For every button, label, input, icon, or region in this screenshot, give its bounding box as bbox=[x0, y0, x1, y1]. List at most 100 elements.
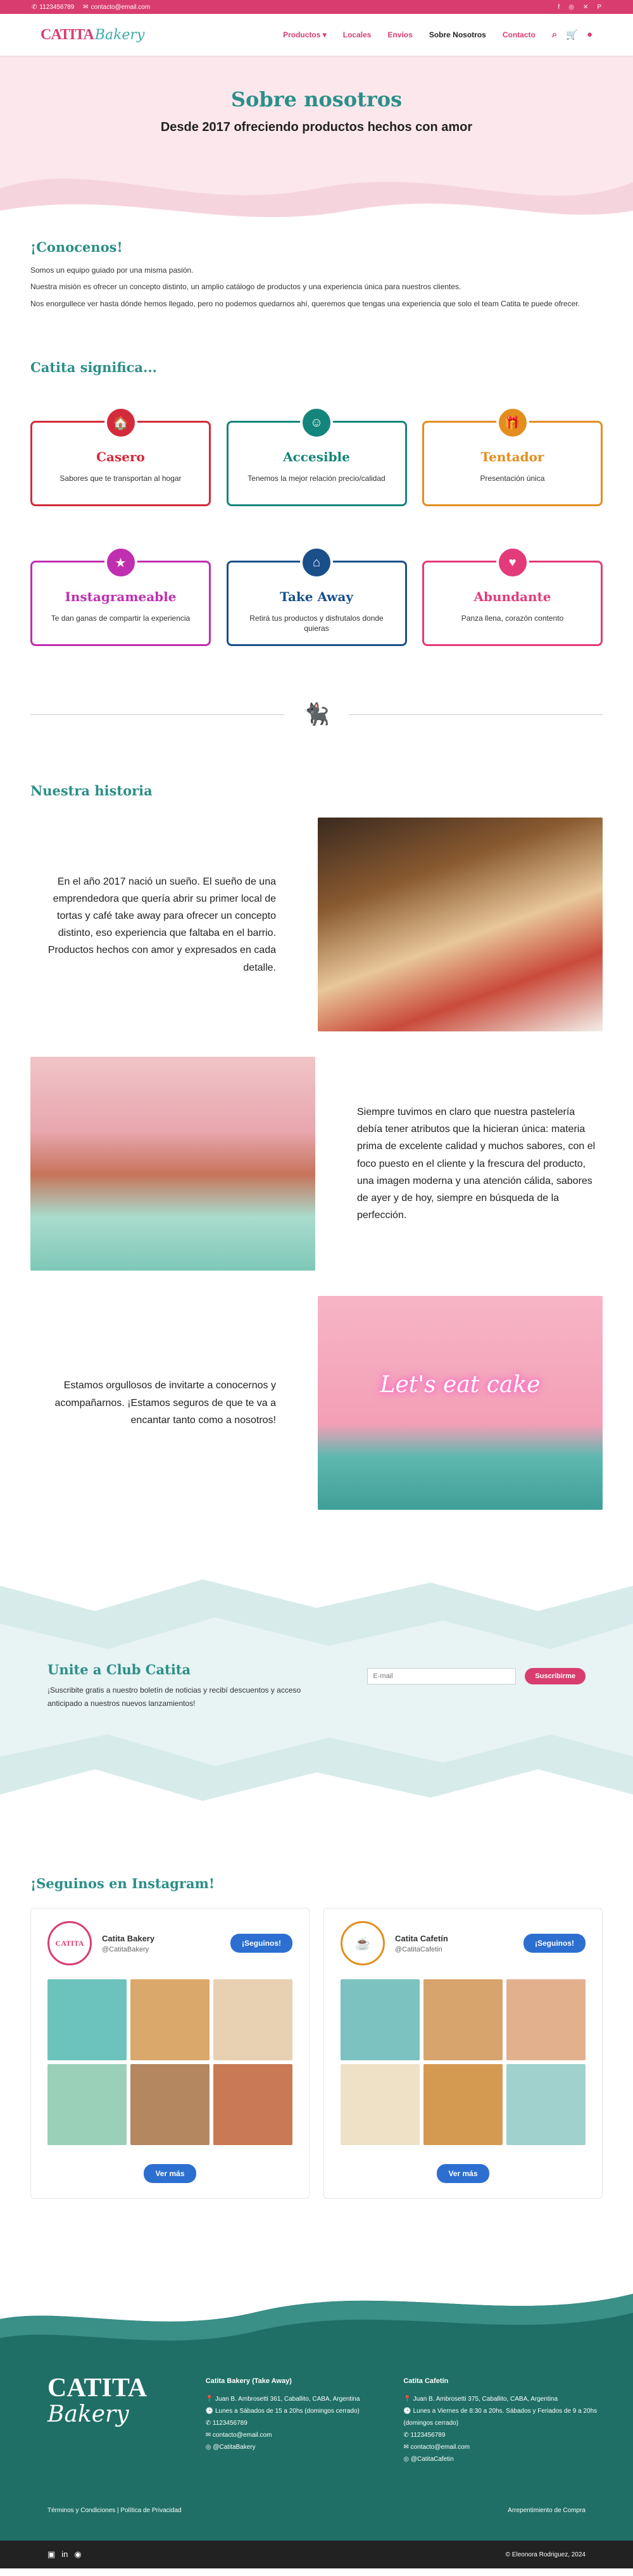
phone-contact[interactable]: ✆ 1123456789 bbox=[32, 4, 74, 11]
card-title: Casero bbox=[96, 449, 145, 465]
nav-item-sobre-nosotros[interactable]: Sobre Nosotros bbox=[429, 30, 486, 39]
club-title: Unite a Club Catita bbox=[47, 1662, 191, 1678]
instagram-icon[interactable]: ◎ bbox=[568, 4, 574, 11]
know-us-p3: Nos enorgullece ver hasta dónde hemos ll… bbox=[30, 299, 580, 308]
address-line: 📍 Juan B. Ambrosetti 375, Caballito, CAB… bbox=[403, 2396, 558, 2403]
instagram-photo[interactable] bbox=[213, 1979, 292, 2061]
instagram-title: ¡Seguinos en Instagram! bbox=[30, 1876, 215, 1892]
nav-item-envios[interactable]: Envíos bbox=[387, 30, 412, 39]
card-icon: ★ bbox=[104, 546, 137, 580]
story-text-1: En el año 2017 nació un sueño. El sueño … bbox=[47, 876, 276, 973]
story-text-3: Estamos orgullosos de invitarte a conoce… bbox=[54, 1380, 276, 1426]
avatar: CATITA bbox=[47, 1921, 92, 1966]
phone-line[interactable]: ✆ 1123456789 bbox=[403, 2429, 601, 2441]
photo-grid bbox=[47, 1979, 292, 2146]
photo-grid bbox=[341, 1979, 586, 2146]
cart-icon[interactable]: 🛒 bbox=[566, 29, 578, 40]
card-text: Sabores que te transportan al hogar bbox=[60, 474, 182, 483]
portfolio-icon[interactable]: ▣ bbox=[47, 2549, 55, 2560]
card-text: Retirá tus productos y disfrutalos donde… bbox=[249, 614, 384, 633]
instagram-photo[interactable] bbox=[130, 2064, 210, 2146]
arrepentimiento-link[interactable]: Arrepentimiento de Compra bbox=[508, 2507, 586, 2514]
brand-logo[interactable]: CATITA Bakery bbox=[41, 27, 144, 44]
mail-icon: ✉ bbox=[83, 3, 89, 11]
footer-col-bakery: Catita Bakery (Take Away) 📍 Juan B. Ambr… bbox=[206, 2375, 404, 2465]
search-icon[interactable]: ⌕ bbox=[552, 29, 557, 40]
see-more-button[interactable]: Ver más bbox=[437, 2164, 489, 2184]
see-more-button[interactable]: Ver más bbox=[144, 2164, 196, 2184]
email-input[interactable] bbox=[367, 1668, 517, 1685]
story-section: Nuestra historia En el año 2017 nació un… bbox=[0, 783, 633, 1510]
linkedin-icon[interactable]: in bbox=[61, 2549, 68, 2560]
instagram-section: ¡Seguinos en Instagram! CATITA Catita Ba… bbox=[0, 1876, 633, 2200]
card-title: Accesible bbox=[283, 449, 350, 465]
instagram-line[interactable]: ◎ @CatitaBakery bbox=[206, 2441, 404, 2453]
instagram-photo[interactable] bbox=[213, 2064, 292, 2146]
nav-item-locales[interactable]: Locales bbox=[343, 30, 372, 39]
facebook-icon[interactable]: f bbox=[558, 4, 560, 11]
instagram-photo[interactable] bbox=[423, 1979, 503, 2061]
page-subtitle: Desde 2017 ofreciendo productos hechos c… bbox=[160, 120, 473, 134]
instagram-photo[interactable] bbox=[47, 2064, 127, 2146]
cakes-photo-2 bbox=[30, 1057, 315, 1271]
pinterest-icon[interactable]: P bbox=[597, 4, 601, 11]
neon-photo: Let's eat cake bbox=[318, 1296, 603, 1510]
hours-line: 🕒 Lunes a Sábados de 15 a 20hs (domingos… bbox=[205, 2408, 360, 2415]
meaning-card: ☺ Accesible Tenemos la mejor relación prec… bbox=[226, 406, 407, 507]
card-title: Instagrameable bbox=[65, 589, 177, 605]
meaning-card: ★ Instagrameable Te dan ganas de compartir… bbox=[30, 546, 211, 647]
instagram-photo[interactable] bbox=[506, 2064, 586, 2146]
meaning-card: 🎁 Tentador Presentación única bbox=[422, 406, 603, 507]
phone-line[interactable]: ✆ 1123456789 bbox=[206, 2417, 404, 2429]
card-icon: 🏠 bbox=[104, 406, 137, 440]
meaning-cards: 🏠 Casero Sabores que te transportan al hog… bbox=[30, 406, 603, 647]
card-icon: ☺ bbox=[300, 406, 333, 440]
terms-link[interactable]: Términos y Condiciones | Política de Pri… bbox=[47, 2507, 182, 2514]
instagram-photo[interactable] bbox=[341, 1979, 420, 2061]
x-icon[interactable]: ✕ bbox=[583, 4, 588, 11]
instagram-line[interactable]: ◎ @CatitaCafetin bbox=[403, 2453, 601, 2465]
story-text-2: Siempre tuvimos en claro que nuestra pas… bbox=[357, 1107, 596, 1221]
email-line[interactable]: ✉ contacto@email.com bbox=[403, 2441, 601, 2453]
meaning-title: Catita significa... bbox=[30, 359, 157, 376]
know-us-p2: Nuestra misión es ofrecer un concepto di… bbox=[30, 282, 461, 292]
cat-icon: 🐈‍⬛ bbox=[303, 702, 330, 727]
neon-sign-text: Let's eat cake bbox=[380, 1372, 541, 1398]
card-icon: 🎁 bbox=[496, 406, 529, 440]
instagram-photo[interactable] bbox=[47, 1979, 127, 2061]
card-text: Tenemos la mejor relación precio/calidad bbox=[248, 474, 385, 483]
card-icon: ♥ bbox=[496, 546, 529, 580]
nav-item-productos[interactable]: Productos ▾ bbox=[283, 30, 327, 39]
club-text: ¡Suscribite gratis a nuestro boletín de … bbox=[47, 1686, 301, 1708]
page-title: Sobre nosotros bbox=[230, 87, 403, 111]
footer-logo[interactable]: CATITA Bakery bbox=[47, 2375, 206, 2465]
top-bar: ✆ 1123456789 ✉ contacto@email.com f ◎ ✕ P bbox=[0, 0, 633, 14]
email-contact[interactable]: ✉ contacto@email.com bbox=[83, 4, 150, 11]
hero-banner: Sobre nosotros Desde 2017 ofreciendo pro… bbox=[0, 56, 633, 239]
footer: CATITA Bakery Catita Bakery (Take Away) … bbox=[0, 2268, 633, 2541]
section-divider: 🐈‍⬛ bbox=[30, 702, 603, 727]
user-icon[interactable]: ● bbox=[587, 29, 592, 40]
github-icon[interactable]: ◉ bbox=[74, 2549, 81, 2560]
nav-item-contacto[interactable]: Contacto bbox=[503, 30, 536, 39]
card-title: Take Away bbox=[280, 589, 353, 605]
meaning-card: ♥ Abundante Panza llena, corazón contento bbox=[422, 546, 603, 647]
email-line[interactable]: ✉ contacto@email.com bbox=[206, 2429, 404, 2441]
avatar: ☕ bbox=[341, 1921, 385, 1966]
follow-button[interactable]: ¡Seguinos! bbox=[230, 1934, 292, 1953]
instagram-panel-bakery: CATITA Catita Bakery @CatitaBakery ¡Segui… bbox=[30, 1908, 310, 2200]
instagram-photo[interactable] bbox=[506, 1979, 586, 2061]
main-nav: CATITA Bakery Productos ▾ Locales Envíos… bbox=[0, 14, 633, 56]
meaning-card: 🏠 Casero Sabores que te transportan al hog… bbox=[30, 406, 211, 507]
instagram-photo[interactable] bbox=[341, 2064, 420, 2146]
hours-line: 🕒 Lunes a Viernes de 8:30 a 20hs. Sábado… bbox=[403, 2408, 598, 2427]
address-line: 📍 Juan B. Ambrosetti 361, Caballito, CAB… bbox=[205, 2396, 360, 2403]
instagram-photo[interactable] bbox=[423, 2064, 503, 2146]
cakes-photo-1 bbox=[318, 818, 603, 1032]
instagram-photo[interactable] bbox=[130, 1979, 210, 2061]
follow-button[interactable]: ¡Seguinos! bbox=[523, 1934, 586, 1953]
subscribe-button[interactable]: Suscribirme bbox=[525, 1668, 586, 1685]
instagram-panel-cafetin: ☕ Catita Cafetín @CatitaCafetin ¡Seguinos… bbox=[323, 1908, 603, 2200]
meaning-card: ⌂ Take Away Retirá tus productos y disfrut… bbox=[226, 546, 407, 647]
phone-icon: ✆ bbox=[32, 3, 37, 11]
